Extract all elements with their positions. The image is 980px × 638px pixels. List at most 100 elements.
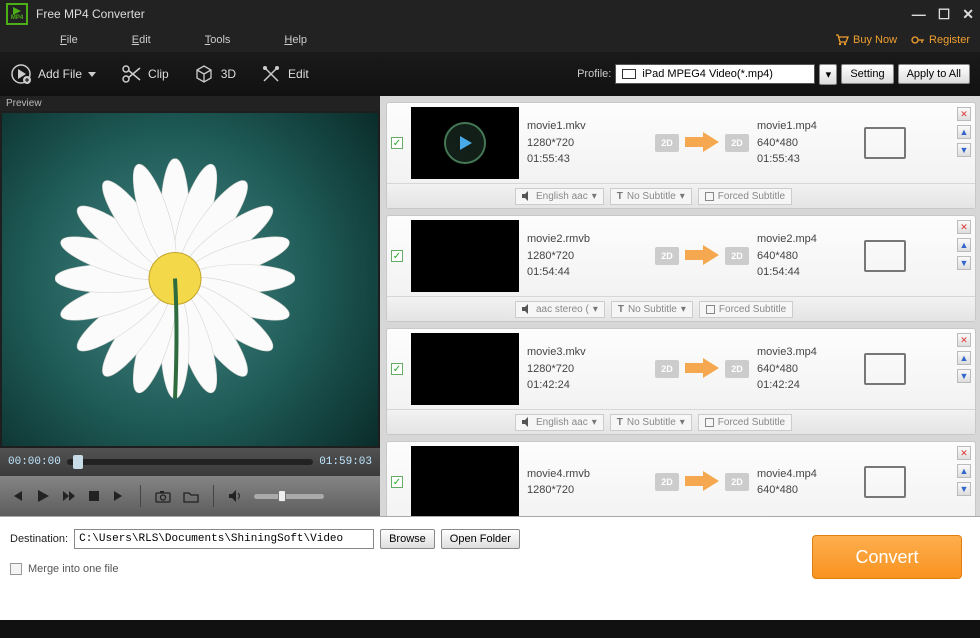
audio-track-select[interactable]: English aac▾ xyxy=(515,414,604,431)
timeline-thumb[interactable] xyxy=(73,455,83,469)
stop-button[interactable] xyxy=(88,490,100,502)
cube-3d-icon xyxy=(193,63,215,85)
badge-2d-out: 2D xyxy=(725,247,749,265)
source-resolution: 1280*720 xyxy=(527,248,647,265)
subtitle-label: No Subtitle xyxy=(627,417,676,428)
open-folder-button[interactable] xyxy=(183,490,199,503)
checkbox-icon xyxy=(706,305,715,314)
setting-button[interactable]: Setting xyxy=(841,64,893,84)
play-overlay-icon[interactable] xyxy=(444,122,486,164)
move-down-button[interactable]: ▼ xyxy=(957,256,971,270)
item-checkbox[interactable]: ✓ xyxy=(391,363,403,375)
arrow-icon xyxy=(685,131,719,156)
play-logo-icon xyxy=(12,7,22,15)
speaker-icon xyxy=(522,304,532,314)
volume-slider[interactable] xyxy=(254,494,324,499)
profile-dropdown-button[interactable]: ▾ xyxy=(819,64,837,85)
item-thumbnail[interactable] xyxy=(411,220,519,292)
move-down-button[interactable]: ▼ xyxy=(957,369,971,383)
subtitle-select[interactable]: TNo Subtitle▾ xyxy=(610,414,692,431)
audio-track-select[interactable]: English aac▾ xyxy=(515,188,604,205)
subtitle-select[interactable]: TNo Subtitle▾ xyxy=(611,301,693,318)
badge-2d-out: 2D xyxy=(725,360,749,378)
register-link[interactable]: Register xyxy=(911,34,970,46)
buy-now-label: Buy Now xyxy=(853,34,897,46)
mute-button[interactable] xyxy=(228,489,242,503)
output-duration: 01:55:43 xyxy=(757,151,852,168)
fast-forward-button[interactable] xyxy=(62,489,76,503)
open-folder-button[interactable]: Open Folder xyxy=(441,529,520,549)
badge-2d-in: 2D xyxy=(655,247,679,265)
separator xyxy=(140,485,141,507)
item-thumbnail[interactable] xyxy=(411,446,519,516)
timeline: 00:00:00 01:59:03 xyxy=(0,448,380,476)
status-bar xyxy=(0,620,980,638)
merge-checkbox[interactable] xyxy=(10,563,22,575)
convert-button[interactable]: Convert xyxy=(812,535,962,579)
toolbar: Add File Clip 3D Edit Profile: iPad MPEG… xyxy=(0,52,980,96)
prev-button[interactable] xyxy=(10,489,24,503)
browse-button[interactable]: Browse xyxy=(380,529,435,549)
output-filename: movie2.mp4 xyxy=(757,231,852,248)
move-up-button[interactable]: ▲ xyxy=(957,238,971,252)
text-icon: T xyxy=(617,417,623,428)
remove-item-button[interactable]: ✕ xyxy=(957,333,971,347)
app-logo: MP4 xyxy=(6,3,28,25)
move-down-button[interactable]: ▼ xyxy=(957,143,971,157)
cart-icon xyxy=(835,34,849,46)
move-down-button[interactable]: ▼ xyxy=(957,482,971,496)
item-checkbox[interactable]: ✓ xyxy=(391,476,403,488)
menu-edit[interactable]: Edit xyxy=(132,34,151,46)
profile-select[interactable]: iPad MPEG4 Video(*.mp4) xyxy=(615,64,815,84)
source-filename: movie3.mkv xyxy=(527,344,647,361)
item-thumbnail[interactable] xyxy=(411,333,519,405)
player-controls xyxy=(0,476,380,516)
flower-image xyxy=(55,158,295,401)
item-checkbox[interactable]: ✓ xyxy=(391,137,403,149)
volume-thumb[interactable] xyxy=(278,490,286,502)
preview-label: Preview xyxy=(0,96,380,111)
separator xyxy=(213,485,214,507)
maximize-button[interactable]: ☐ xyxy=(938,6,951,23)
badge-2d-in: 2D xyxy=(655,360,679,378)
video-preview[interactable] xyxy=(2,113,378,446)
next-button[interactable] xyxy=(112,489,126,503)
file-list: ✓movie1.mkv1280*72001:55:432D2Dmovie1.mp… xyxy=(380,96,980,516)
remove-item-button[interactable]: ✕ xyxy=(957,220,971,234)
move-up-button[interactable]: ▲ xyxy=(957,351,971,365)
clip-button[interactable]: Clip xyxy=(120,63,169,85)
source-resolution: 1280*720 xyxy=(527,482,647,499)
remove-item-button[interactable]: ✕ xyxy=(957,446,971,460)
audio-track-select[interactable]: aac stereo (▾ xyxy=(515,301,605,318)
menu-file[interactable]: File xyxy=(60,34,78,46)
minimize-button[interactable]: — xyxy=(912,6,926,23)
merge-label: Merge into one file xyxy=(28,563,119,575)
subtitle-select[interactable]: TNo Subtitle▾ xyxy=(610,188,692,205)
menu-help[interactable]: Help xyxy=(284,34,307,46)
forced-subtitle-toggle[interactable]: Forced Subtitle xyxy=(698,414,792,431)
forced-subtitle-toggle[interactable]: Forced Subtitle xyxy=(699,301,793,318)
device-output-icon xyxy=(864,240,906,272)
destination-input[interactable] xyxy=(74,529,374,549)
item-checkbox[interactable]: ✓ xyxy=(391,250,403,262)
subtitle-label: No Subtitle xyxy=(628,304,677,315)
timeline-track[interactable] xyxy=(67,459,313,465)
source-resolution: 1280*720 xyxy=(527,135,647,152)
move-up-button[interactable]: ▲ xyxy=(957,464,971,478)
forced-subtitle-label: Forced Subtitle xyxy=(718,191,785,202)
buy-now-link[interactable]: Buy Now xyxy=(835,34,897,46)
add-file-button[interactable]: Add File xyxy=(10,63,96,85)
3d-button[interactable]: 3D xyxy=(193,63,236,85)
item-thumbnail[interactable] xyxy=(411,107,519,179)
forced-subtitle-toggle[interactable]: Forced Subtitle xyxy=(698,188,792,205)
play-button[interactable] xyxy=(36,489,50,503)
apply-to-all-button[interactable]: Apply to All xyxy=(898,64,970,84)
close-button[interactable]: ✕ xyxy=(962,6,974,23)
remove-item-button[interactable]: ✕ xyxy=(957,107,971,121)
move-up-button[interactable]: ▲ xyxy=(957,125,971,139)
menu-tools[interactable]: Tools xyxy=(205,34,231,46)
checkbox-icon xyxy=(705,418,714,427)
edit-button[interactable]: Edit xyxy=(260,63,309,85)
snapshot-button[interactable] xyxy=(155,490,171,503)
logo-text: MP4 xyxy=(11,15,23,21)
